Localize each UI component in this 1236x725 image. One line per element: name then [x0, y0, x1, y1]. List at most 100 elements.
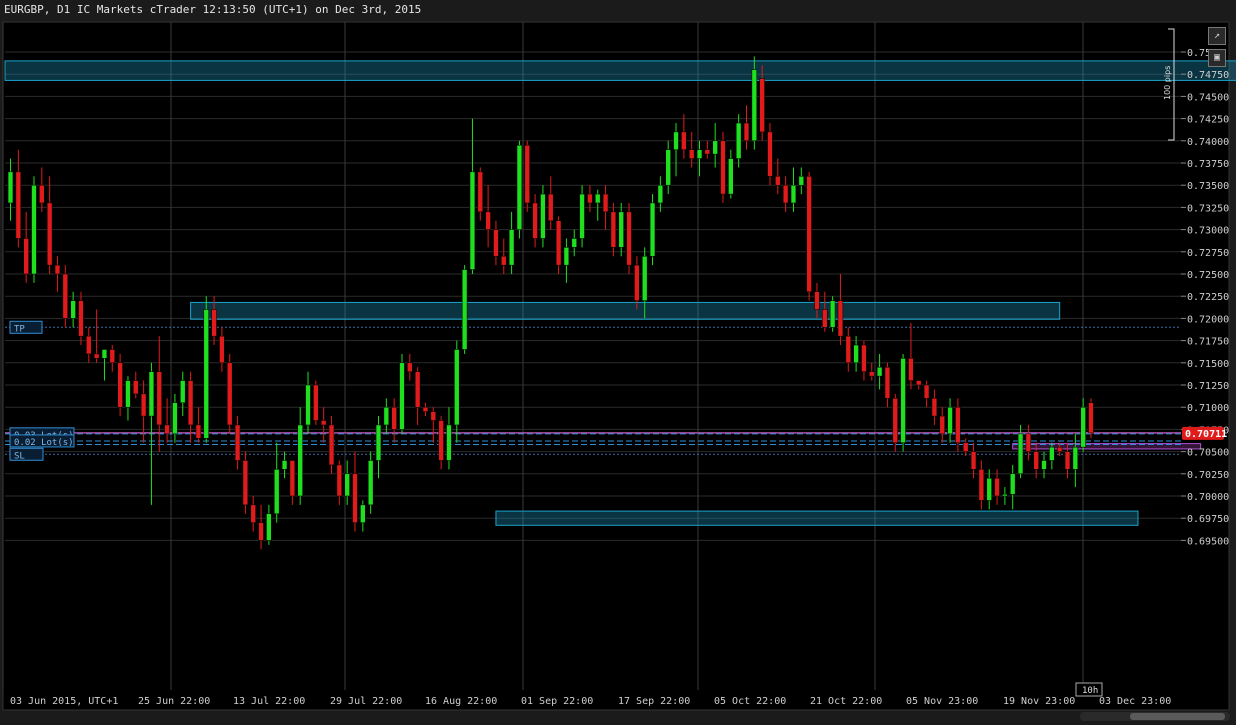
- candle-body: [274, 469, 280, 515]
- candle: [540, 185, 546, 248]
- candle-body: [407, 362, 413, 372]
- candle-body: [735, 122, 742, 159]
- candle: [892, 393, 898, 452]
- candle-body: [211, 309, 217, 337]
- candle-body: [70, 300, 76, 319]
- candle-body: [712, 140, 718, 155]
- candle-body: [172, 402, 178, 435]
- y-tick-label: 0.71750: [1187, 337, 1229, 348]
- candle-body: [790, 184, 797, 204]
- chart-title: EURGBP, D1 IC Markets cTrader 12:13:50 (…: [4, 3, 422, 16]
- candle-body: [524, 144, 530, 204]
- candle-timer: 10h: [1075, 682, 1103, 697]
- candle-body: [602, 193, 609, 213]
- x-tick-label: 05 Oct 22:00: [714, 696, 786, 707]
- candle-body: [195, 424, 202, 439]
- camera-icon: ▣: [1213, 52, 1221, 63]
- candle-body: [250, 504, 256, 523]
- zone-rectangle[interactable]: [4, 60, 1236, 81]
- candle-body: [187, 380, 194, 426]
- zone-rectangle[interactable]: [190, 301, 1061, 320]
- candle-body: [587, 193, 593, 204]
- candle: [203, 296, 209, 443]
- candle: [900, 353, 906, 452]
- candle-body: [931, 398, 938, 417]
- y-tick-label: 0.74000: [1187, 137, 1229, 148]
- candle-body: [775, 176, 781, 186]
- price-chart[interactable]: 0.750.747500.745000.742500.740000.737500…: [0, 19, 1236, 725]
- candle-body: [281, 460, 288, 470]
- candle-body: [313, 384, 319, 421]
- candle-body: [117, 362, 123, 408]
- y-tick-label: 0.71500: [1187, 359, 1229, 370]
- candle: [524, 140, 530, 212]
- candle-body: [994, 477, 1000, 497]
- candle: [626, 202, 632, 274]
- order-label-2[interactable]: 0.02 Lot(s): [9, 434, 75, 448]
- candle-body: [869, 371, 875, 377]
- candle-body: [140, 393, 147, 417]
- candle-body: [861, 344, 867, 372]
- candle-body: [657, 184, 664, 204]
- candle: [751, 56, 757, 150]
- candle-body: [947, 406, 953, 435]
- candle-body: [610, 211, 617, 248]
- candle-body: [1041, 460, 1047, 470]
- plot-area[interactable]: [2, 21, 1230, 711]
- candle-body: [375, 424, 382, 461]
- candle-body: [516, 144, 523, 230]
- candle-body: [853, 344, 859, 364]
- horizontal-scrollbar-thumb[interactable]: [1130, 713, 1225, 720]
- candle-body: [1017, 433, 1024, 475]
- candle: [720, 131, 726, 203]
- candle-body: [579, 193, 585, 239]
- candle-body: [814, 291, 820, 310]
- candle-body: [477, 171, 483, 213]
- candle-body: [328, 424, 335, 466]
- candle-body: [751, 69, 757, 142]
- candle-body: [93, 353, 100, 359]
- candle-body: [336, 464, 343, 497]
- price-axis[interactable]: 0.750.747500.745000.742500.740000.737500…: [1181, 48, 1229, 547]
- candle: [461, 265, 468, 354]
- candle-body: [1080, 406, 1086, 448]
- tp-label[interactable]: TP: [9, 320, 43, 334]
- candle-body: [642, 255, 648, 301]
- y-tick-label: 0.73000: [1187, 226, 1229, 237]
- candle-body: [39, 184, 45, 204]
- candle-body: [54, 264, 61, 275]
- candle-body: [86, 335, 92, 355]
- candle-body: [446, 424, 452, 461]
- candle-body: [352, 473, 358, 523]
- candle-body: [1010, 473, 1016, 495]
- x-tick-label: 29 Jul 22:00: [330, 696, 402, 707]
- candle-body: [986, 477, 992, 501]
- candle-body: [759, 78, 765, 133]
- candle-body: [970, 451, 977, 470]
- candle: [31, 176, 37, 283]
- candle-body: [743, 122, 750, 142]
- candle-body: [728, 158, 734, 195]
- candle-body: [939, 415, 945, 435]
- candle-body: [532, 202, 538, 239]
- candle-body: [673, 131, 679, 150]
- candle-body: [242, 460, 249, 506]
- candle-body: [180, 380, 186, 404]
- candle-body: [414, 371, 421, 408]
- candle-body: [493, 229, 499, 257]
- detach-button[interactable]: ↗: [1208, 27, 1226, 45]
- candle-body: [665, 149, 671, 186]
- current-price-badge[interactable]: 0.70711: [1182, 426, 1227, 440]
- current-price-value: 0.70711: [1185, 429, 1227, 440]
- pips-scale-label: 100 pips: [1163, 66, 1172, 100]
- candle: [117, 353, 123, 417]
- candle-body: [540, 193, 546, 239]
- x-tick-label: 17 Sep 22:00: [618, 696, 690, 707]
- candle-body: [101, 349, 108, 359]
- candle-body: [1049, 446, 1055, 461]
- candle: [62, 265, 68, 328]
- zone-rectangle[interactable]: [495, 510, 1139, 526]
- screenshot-button[interactable]: ▣: [1208, 49, 1226, 67]
- candle-body: [461, 269, 468, 350]
- sl-label[interactable]: SL: [9, 447, 44, 461]
